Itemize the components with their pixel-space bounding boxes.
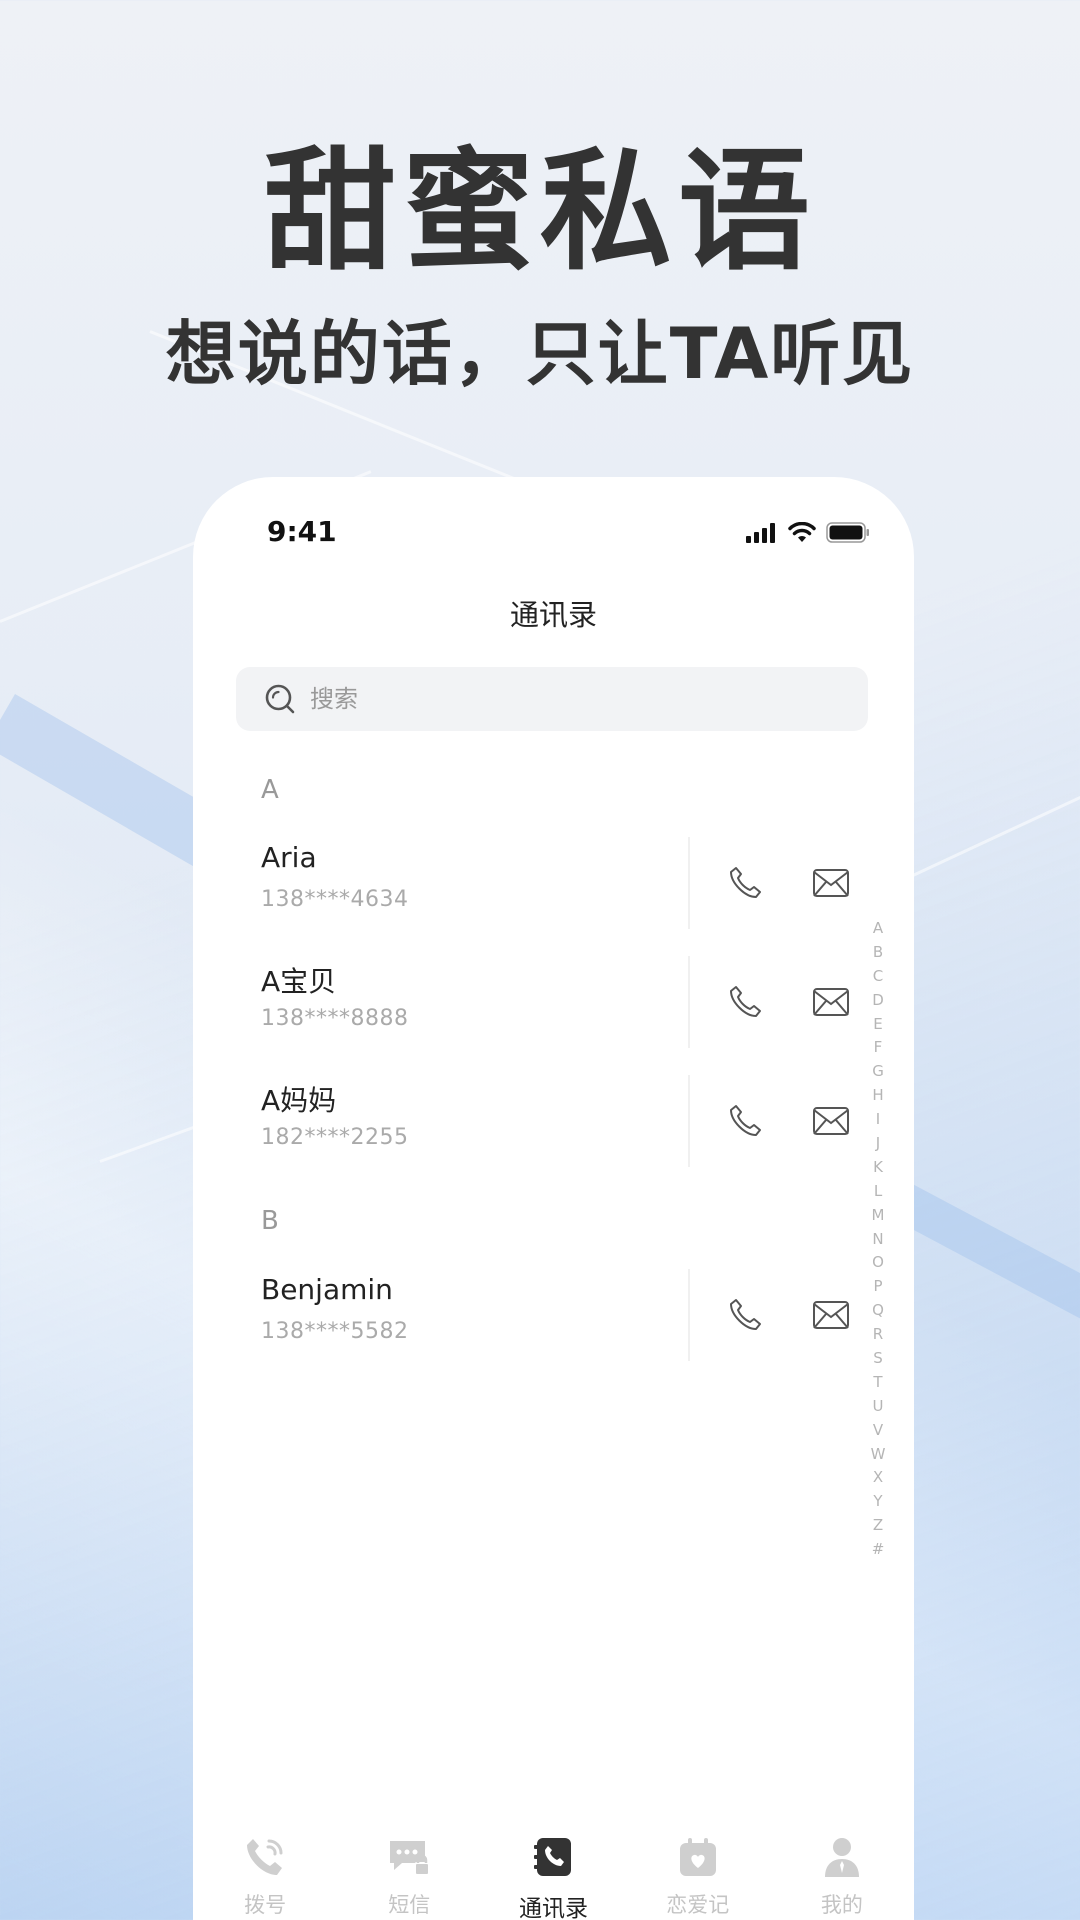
- tab-profile[interactable]: 我的: [770, 1827, 914, 1920]
- index-letter[interactable]: E: [873, 1013, 882, 1037]
- message-button[interactable]: [809, 1293, 853, 1337]
- contact-phone: 138****8888: [261, 1006, 409, 1031]
- envelope-icon: [813, 869, 849, 897]
- contact-row[interactable]: Benjamin 138****5582: [193, 1269, 849, 1361]
- background-blue-band: [0, 694, 223, 866]
- contact-phone: 138****5582: [261, 1319, 409, 1344]
- phone-icon: [730, 1299, 761, 1330]
- tab-label: 通讯录: [519, 1896, 588, 1920]
- contact-phone: 182****2255: [261, 1125, 409, 1150]
- index-letter[interactable]: I: [876, 1108, 880, 1132]
- call-button[interactable]: [723, 980, 767, 1024]
- tab-label: 拨号: [244, 1893, 287, 1917]
- cellular-signal-icon: [746, 522, 775, 543]
- index-letter[interactable]: D: [872, 989, 884, 1013]
- status-bar: 9:41: [193, 477, 914, 587]
- index-letter[interactable]: W: [871, 1443, 886, 1467]
- tab-love-diary[interactable]: 恋爱记: [626, 1827, 770, 1920]
- index-letter[interactable]: #: [872, 1538, 885, 1562]
- wifi-icon: [788, 522, 816, 542]
- calendar-heart-icon: [674, 1833, 722, 1881]
- envelope-icon: [813, 1107, 849, 1135]
- index-letter[interactable]: N: [872, 1228, 883, 1252]
- tab-sms[interactable]: 短信: [337, 1827, 481, 1920]
- alphabet-index[interactable]: A B C D E F G H I J K L M N O P Q R S T …: [863, 917, 893, 1562]
- row-divider: [688, 837, 690, 929]
- index-letter[interactable]: J: [876, 1132, 880, 1156]
- locked-message-icon: [385, 1833, 433, 1881]
- index-letter[interactable]: T: [873, 1371, 882, 1395]
- phone-icon: [730, 1105, 761, 1136]
- index-letter[interactable]: V: [873, 1419, 883, 1443]
- row-divider: [688, 1269, 690, 1361]
- contact-row[interactable]: A宝贝 138****8888: [193, 956, 849, 1048]
- contact-row[interactable]: A妈妈 182****2255: [193, 1075, 849, 1167]
- envelope-icon: [813, 988, 849, 1016]
- contact-name: A宝贝: [261, 965, 337, 998]
- envelope-icon: [813, 1301, 849, 1329]
- index-letter[interactable]: M: [872, 1204, 885, 1228]
- index-letter[interactable]: U: [873, 1395, 884, 1419]
- phone-mockup: 9:41 通讯录 搜索 A Aria 138****4634 A宝贝 138**…: [193, 477, 914, 1920]
- contact-name: Benjamin: [261, 1273, 393, 1306]
- search-icon: [265, 684, 295, 714]
- index-letter[interactable]: S: [873, 1347, 883, 1371]
- hero-subtitle: 想说的话，只让TA听见: [165, 313, 915, 395]
- status-time: 9:41: [267, 515, 337, 548]
- call-button[interactable]: [723, 1293, 767, 1337]
- index-letter[interactable]: K: [873, 1156, 883, 1180]
- index-letter[interactable]: C: [873, 965, 883, 989]
- section-header-a: A: [261, 775, 279, 805]
- phone-icon: [730, 867, 761, 898]
- contact-phone: 138****4634: [261, 887, 409, 912]
- phone-icon: [730, 986, 761, 1017]
- message-button[interactable]: [809, 861, 853, 905]
- index-letter[interactable]: G: [872, 1060, 884, 1084]
- bottom-tab-bar: 拨号 短信 通讯录 恋爱记 我的: [193, 1827, 914, 1920]
- battery-icon: [826, 522, 869, 543]
- message-button[interactable]: [809, 1099, 853, 1143]
- index-letter[interactable]: P: [873, 1275, 882, 1299]
- row-divider: [688, 1075, 690, 1167]
- index-letter[interactable]: Z: [873, 1514, 883, 1538]
- row-divider: [688, 956, 690, 1048]
- contact-name: Aria: [261, 841, 317, 874]
- message-button[interactable]: [809, 980, 853, 1024]
- index-letter[interactable]: B: [873, 941, 883, 965]
- tab-label: 恋爱记: [666, 1893, 730, 1917]
- index-letter[interactable]: R: [873, 1323, 883, 1347]
- tab-label: 我的: [820, 1893, 863, 1917]
- index-letter[interactable]: L: [874, 1180, 882, 1204]
- index-letter[interactable]: A: [873, 917, 883, 941]
- page-title: 通讯录: [509, 598, 597, 632]
- index-letter[interactable]: Y: [873, 1490, 882, 1514]
- index-letter[interactable]: X: [873, 1466, 883, 1490]
- tab-dial[interactable]: 拨号: [193, 1827, 337, 1920]
- section-header-b: B: [261, 1206, 279, 1236]
- hero-title: 甜蜜私语: [264, 135, 816, 289]
- user-profile-icon: [818, 1833, 866, 1881]
- phone-dial-icon: [241, 1833, 289, 1881]
- search-input[interactable]: [310, 685, 810, 713]
- index-letter[interactable]: H: [872, 1084, 883, 1108]
- search-bar[interactable]: [236, 667, 868, 731]
- contact-row[interactable]: Aria 138****4634: [193, 837, 849, 929]
- index-letter[interactable]: O: [872, 1251, 884, 1275]
- background-light-stroke: [899, 795, 1080, 883]
- contacts-book-icon: [530, 1833, 578, 1881]
- background-blue-band: [890, 1182, 1080, 1321]
- tab-contacts[interactable]: 通讯录: [481, 1827, 625, 1920]
- tab-label: 短信: [388, 1893, 431, 1917]
- contact-name: A妈妈: [261, 1084, 337, 1117]
- status-icons: [746, 522, 870, 543]
- index-letter[interactable]: F: [874, 1036, 883, 1060]
- call-button[interactable]: [723, 861, 767, 905]
- index-letter[interactable]: Q: [872, 1299, 884, 1323]
- call-button[interactable]: [723, 1099, 767, 1143]
